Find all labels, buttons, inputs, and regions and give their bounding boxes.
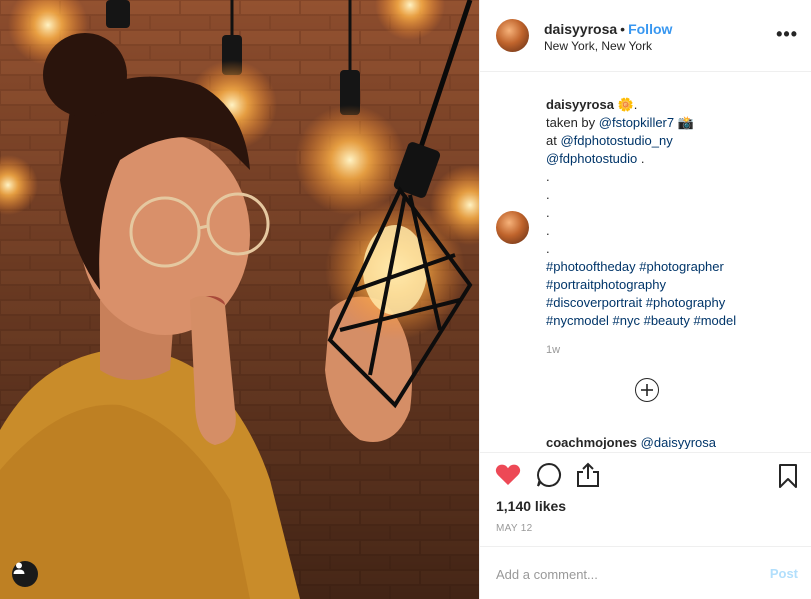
caption-dot: . — [546, 187, 550, 202]
post-header: daisyyrosa • Follow New York, New York ••• — [480, 0, 811, 72]
caption: daisyyrosa 🌼. taken by @fstopkiller7 📸 a… — [546, 96, 796, 330]
caption-dot: . — [546, 223, 550, 238]
hashtag-line-3: #discoverportrait #photography — [546, 294, 796, 312]
comment-username[interactable]: coachmojones — [546, 435, 637, 449]
add-comment-input[interactable] — [496, 563, 746, 585]
caption-line-3: at @fdphotostudio_ny — [546, 132, 796, 150]
caption-text-at: at — [546, 133, 557, 148]
separator-dot: • — [620, 21, 626, 37]
caption-dot: . — [546, 205, 550, 220]
bookmark-icon — [779, 464, 797, 488]
mention-studio[interactable]: @fdphotostudio — [546, 151, 637, 166]
follow-button[interactable]: Follow — [628, 21, 672, 37]
load-more-comments-button[interactable] — [635, 378, 659, 402]
location-link[interactable]: New York, New York — [544, 39, 652, 53]
post-author: daisyyrosa • Follow — [544, 21, 672, 37]
hashtag-link[interactable]: #photographer — [639, 259, 724, 274]
caption-timestamp[interactable]: 1w — [546, 344, 560, 356]
avatar[interactable] — [496, 19, 529, 52]
photo-illustration — [0, 0, 479, 599]
heart-icon — [495, 464, 521, 485]
hashtag-link[interactable]: #beauty — [644, 313, 690, 328]
hashtag-link[interactable]: #model — [693, 313, 736, 328]
hashtag-line-1: #photooftheday #photographer — [546, 258, 796, 276]
save-button[interactable] — [778, 463, 798, 492]
caption-username[interactable]: daisyyrosa — [546, 97, 614, 112]
caption-dot: . — [546, 241, 550, 256]
hashtag-link[interactable]: #nycmodel — [546, 313, 609, 328]
comment-mention[interactable]: @daisyyrosa — [641, 435, 716, 449]
likes-count[interactable]: 1,140 likes — [496, 498, 566, 514]
hashtag-link[interactable]: #photooftheday — [546, 259, 636, 274]
hashtag-link[interactable]: #discoverportrait — [546, 295, 642, 310]
caption-avatar[interactable] — [496, 211, 529, 244]
hashtag-line-4: #nycmodel #nyc #beauty #model — [546, 312, 796, 330]
share-button[interactable] — [576, 462, 600, 491]
caption-line-4: @fdphotostudio . — [546, 150, 796, 168]
comment-item: coachmojones @daisyyrosa — [546, 435, 716, 449]
caption-line-1: daisyyrosa 🌼. — [546, 96, 796, 114]
mention-photographer[interactable]: @fstopkiller7 — [599, 115, 674, 130]
user-tag-icon — [13, 562, 25, 574]
tag-people-button[interactable] — [12, 561, 38, 587]
hashtag-link[interactable]: #nyc — [613, 313, 640, 328]
comment-composer: Post — [480, 546, 811, 599]
share-icon — [577, 462, 599, 487]
post-detail-panel: daisyyrosa • Follow New York, New York •••… — [479, 0, 811, 599]
caption-text-taken-by: taken by — [546, 115, 596, 130]
post-comment-button[interactable]: Post — [770, 566, 798, 581]
comment-icon — [537, 462, 561, 487]
like-button[interactable] — [495, 463, 521, 490]
mention-studio-ny[interactable]: @fdphotostudio_ny — [560, 133, 672, 148]
hashtag-line-2: #portraitphotography — [546, 276, 796, 294]
post-actions: 1,140 likes MAY 12 — [480, 452, 811, 546]
caption-period: . — [640, 151, 645, 166]
caption-emoji-1: 🌼. — [617, 97, 638, 112]
post-date[interactable]: MAY 12 — [496, 523, 532, 534]
hashtag-link[interactable]: #photography — [646, 295, 726, 310]
more-icon[interactable]: ••• — [776, 24, 798, 45]
comment-button[interactable] — [536, 462, 562, 491]
post-photo[interactable] — [0, 0, 479, 599]
caption-line-2: taken by @fstopkiller7 📸 — [546, 114, 796, 132]
plus-circle-icon — [641, 384, 653, 396]
author-username[interactable]: daisyyrosa — [544, 21, 617, 37]
hashtag-link[interactable]: #portraitphotography — [546, 277, 666, 292]
caption-dot: . — [546, 169, 550, 184]
caption-emoji-2: 📸 — [677, 115, 694, 130]
